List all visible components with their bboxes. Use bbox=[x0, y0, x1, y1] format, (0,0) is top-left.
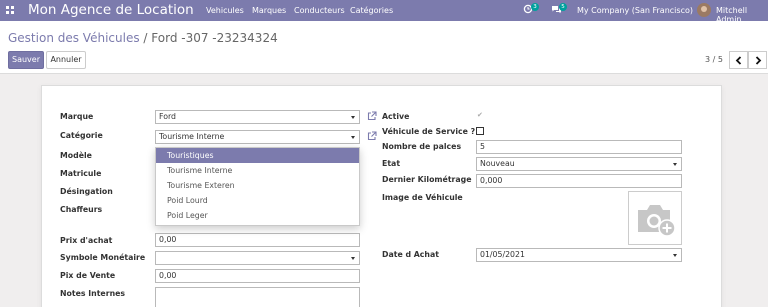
message-count-badge: 5 bbox=[559, 3, 567, 11]
label-nombre-places: Nombre de palces bbox=[382, 142, 462, 151]
menu-categories[interactable]: Catégories bbox=[350, 6, 393, 15]
label-matricule: Matricule bbox=[60, 169, 102, 178]
label-vehicule-service: Véhicule de Service ? bbox=[382, 127, 476, 136]
breadcrumb: Gestion des Véhicules / Ford -307 -23234… bbox=[8, 31, 278, 45]
label-etat: Etat bbox=[382, 159, 401, 168]
label-symbole-monetaire: Symbole Monétaire bbox=[60, 253, 146, 262]
avatar[interactable] bbox=[697, 3, 711, 17]
activity-count-badge: 3 bbox=[531, 3, 539, 11]
active-checkbox[interactable]: ✔ bbox=[477, 111, 483, 119]
label-prix-achat: Prix d'achat bbox=[60, 236, 113, 245]
pager-value: 3 / 5 bbox=[705, 55, 723, 64]
label-notes-internes: Notes Internes bbox=[60, 289, 126, 298]
label-prix-vente: Pix de Vente bbox=[60, 271, 116, 280]
pager-next-button[interactable] bbox=[748, 51, 767, 69]
breadcrumb-separator: / bbox=[143, 31, 148, 45]
control-panel: Gestion des Véhicules / Ford -307 -23234… bbox=[0, 21, 768, 74]
etat-select[interactable]: Nouveau bbox=[476, 157, 682, 171]
label-modele: Modèle bbox=[60, 151, 92, 160]
dropdown-option-poid-lourd[interactable]: Poid Lourd bbox=[156, 193, 359, 208]
categorie-select[interactable]: Tourisme Interne bbox=[155, 130, 360, 144]
dropdown-option-tourisme-interne[interactable]: Tourisme Interne bbox=[156, 163, 359, 178]
external-link-icon[interactable] bbox=[367, 111, 377, 121]
menu-marques[interactable]: Marques bbox=[252, 6, 286, 15]
chevron-left-icon bbox=[735, 56, 742, 65]
label-active: Active bbox=[382, 112, 410, 121]
save-button[interactable]: Sauver bbox=[8, 51, 44, 69]
label-marque: Marque bbox=[60, 112, 94, 121]
apps-grid-icon[interactable] bbox=[6, 6, 15, 15]
breadcrumb-parent-link[interactable]: Gestion des Véhicules bbox=[8, 31, 140, 45]
prix-vente-input[interactable]: 0,00 bbox=[155, 269, 360, 283]
label-date-achat: Date d Achat bbox=[382, 250, 439, 259]
label-dernier-kilometrage: Dernier Kilométrage bbox=[382, 175, 472, 184]
menu-conducteurs[interactable]: Conducteurs bbox=[294, 6, 345, 15]
vehicule-service-checkbox[interactable] bbox=[476, 127, 484, 135]
dernier-kilometrage-input[interactable]: 0,000 bbox=[476, 174, 682, 188]
top-navbar: Mon Agence de Location Vehicules Marques… bbox=[0, 0, 768, 24]
prix-achat-input[interactable]: 0,00 bbox=[155, 233, 360, 247]
discard-button[interactable]: Annuler bbox=[46, 51, 86, 69]
symbole-monetaire-select[interactable] bbox=[155, 251, 360, 265]
categorie-dropdown: Touristiques Tourisme Interne Tourisme E… bbox=[155, 147, 360, 226]
date-achat-input[interactable]: 01/05/2021 bbox=[476, 248, 682, 262]
marque-select[interactable]: Ford bbox=[155, 110, 360, 124]
pager-previous-button[interactable] bbox=[729, 51, 748, 69]
dropdown-option-tourisme-exteren[interactable]: Tourisme Exteren bbox=[156, 178, 359, 193]
menu-vehicules[interactable]: Vehicules bbox=[206, 6, 244, 15]
chevron-right-icon bbox=[755, 56, 762, 65]
label-categorie: Catégorie bbox=[60, 131, 103, 140]
dropdown-option-touristiques[interactable]: Touristiques bbox=[156, 148, 359, 163]
image-vehicule-upload[interactable] bbox=[628, 191, 682, 245]
label-chaffeurs: Chaffeurs bbox=[60, 205, 103, 214]
nombre-places-input[interactable]: 5 bbox=[476, 140, 682, 154]
label-image-vehicule: Image de Véhicule bbox=[382, 193, 463, 202]
notes-internes-textarea[interactable] bbox=[155, 287, 360, 307]
app-title[interactable]: Mon Agence de Location bbox=[28, 2, 194, 18]
external-link-icon[interactable] bbox=[367, 131, 377, 141]
breadcrumb-current: Ford -307 -23234324 bbox=[151, 31, 278, 45]
camera-plus-icon bbox=[638, 205, 676, 237]
company-switcher[interactable]: My Company (San Francisco) bbox=[577, 6, 693, 15]
dropdown-option-poid-leger[interactable]: Poid Leger bbox=[156, 208, 359, 223]
label-designation: Désingation bbox=[60, 187, 113, 196]
